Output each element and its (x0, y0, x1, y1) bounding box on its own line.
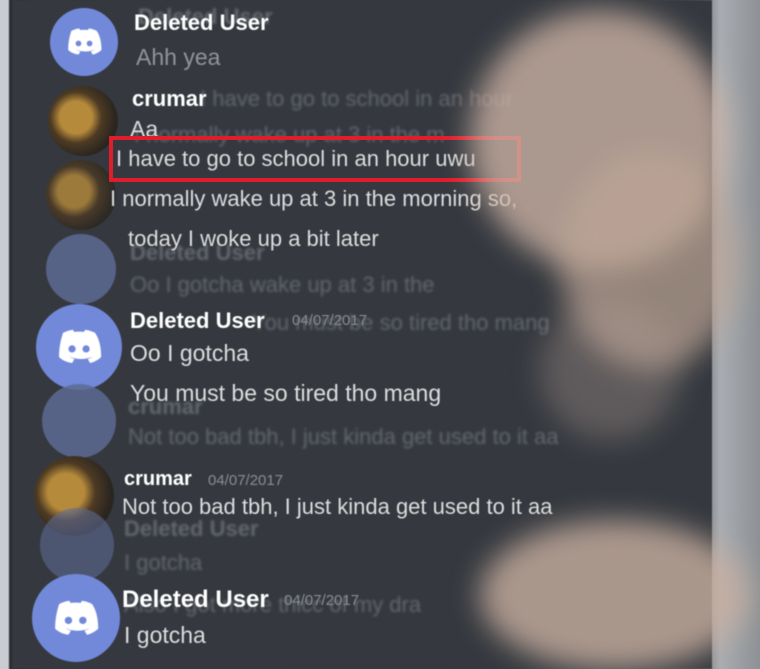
message-username[interactable]: crumar (132, 86, 207, 112)
message-text: I gotcha (124, 622, 206, 648)
avatar[interactable] (46, 234, 116, 304)
finger-blur (540, 300, 680, 440)
message-timestamp: 04/07/2017 (284, 592, 360, 609)
message-username[interactable]: Deleted User (122, 586, 269, 614)
ghost-text: Not too bad tbh, I just kinda get used t… (128, 424, 559, 449)
ghost-text: Oo I gotcha wake up at 3 in the (130, 272, 435, 297)
message-username[interactable]: crumar (124, 468, 192, 491)
ghost-text: I have to go to school in an hour (200, 86, 514, 111)
avatar[interactable] (48, 86, 118, 156)
message-timestamp: 04/07/2017 (292, 312, 368, 329)
message-text: Oo I gotcha (130, 340, 249, 366)
message-timestamp: 04/07/2017 (208, 472, 284, 489)
highlight-box (109, 136, 521, 182)
avatar[interactable] (42, 384, 116, 458)
message-username[interactable]: Deleted User (130, 308, 265, 334)
message-text: Ahh yea (136, 44, 221, 70)
message-username[interactable]: Deleted User (134, 10, 269, 36)
discord-logo-icon (55, 600, 99, 635)
message-text: I normally wake up at 3 in the morning s… (110, 186, 518, 211)
avatar[interactable] (50, 8, 118, 76)
avatar[interactable] (36, 304, 122, 390)
photo-of-phone-screen: Deleted User I have to go to school in a… (0, 0, 760, 669)
ghost-text: I gotcha (124, 550, 203, 575)
finger-blur (480, 520, 750, 669)
avatar[interactable] (46, 160, 116, 230)
discord-logo-icon (58, 329, 102, 364)
avatar[interactable] (40, 508, 114, 582)
message-text: Not too bad tbh, I just kinda get used t… (122, 494, 553, 519)
message-text: today I woke up a bit later (128, 226, 379, 251)
avatar[interactable] (32, 574, 120, 662)
message-text: You must be so tired tho mang (130, 380, 442, 406)
discord-logo-icon (68, 28, 102, 55)
